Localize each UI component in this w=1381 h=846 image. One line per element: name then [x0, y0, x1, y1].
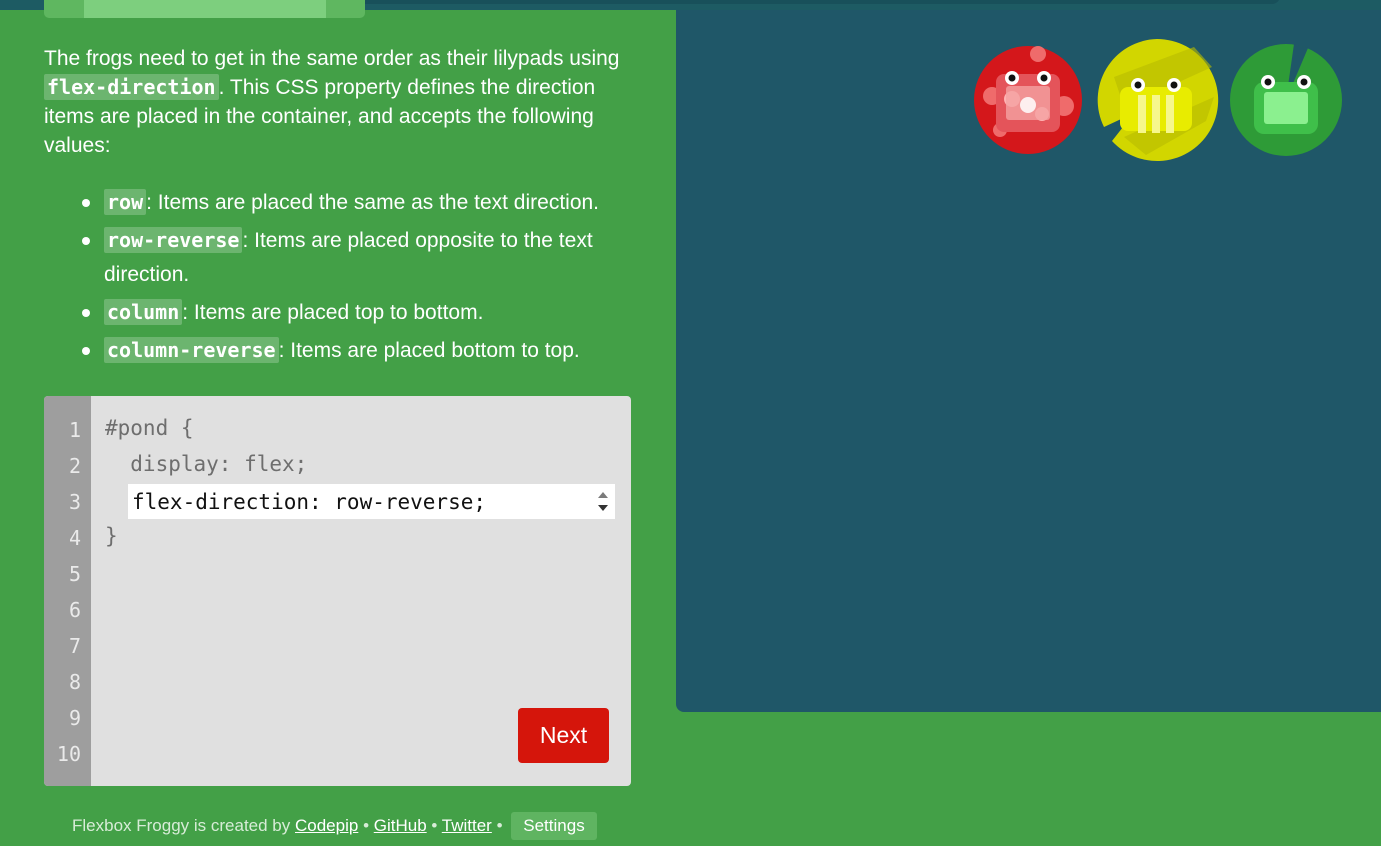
- next-button[interactable]: Next: [518, 708, 609, 763]
- code-column: column: [104, 299, 183, 325]
- list-item-column: column: Items are placed top to bottom.: [82, 295, 634, 330]
- code-row-reverse: row-reverse: [104, 227, 243, 253]
- line-number: 10: [56, 742, 81, 766]
- bullet-icon: [82, 347, 90, 355]
- list-item-column-reverse: column-reverse: Items are placed bottom …: [82, 333, 634, 368]
- list-item-row-reverse: row-reverse: Items are placed opposite t…: [82, 223, 634, 292]
- instructions-intro: The frogs need to get in the same order …: [44, 44, 634, 160]
- footer-credit: Flexbox Froggy is created by: [72, 816, 291, 835]
- footer: Flexbox Froggy is created by Codepip • G…: [72, 812, 597, 840]
- level-progress-bar[interactable]: [44, 0, 365, 18]
- top-bar-tab: [215, 0, 1280, 4]
- input-spinner[interactable]: [593, 486, 613, 516]
- code-line-close: }: [105, 524, 118, 548]
- line-number: 3: [68, 490, 81, 514]
- twitter-link[interactable]: Twitter: [442, 816, 492, 835]
- list-item-text: : Items are placed top to bottom.: [182, 301, 484, 324]
- code-line-display: display: flex;: [105, 452, 308, 476]
- footer-separator: •: [363, 816, 370, 835]
- footer-separator: •: [496, 816, 503, 835]
- line-number: 8: [68, 670, 81, 694]
- footer-separator: •: [431, 816, 438, 835]
- yellow-lilypad-with-frog-icon: [1097, 38, 1219, 161]
- spin-down-icon[interactable]: [598, 505, 608, 511]
- line-number: 5: [68, 562, 81, 586]
- line-number: 6: [68, 598, 81, 622]
- red-lilypad-with-frog-icon: [974, 46, 1082, 154]
- line-number: 9: [68, 706, 81, 730]
- settings-button[interactable]: Settings: [511, 812, 597, 840]
- list-item-row: row: Items are placed the same as the te…: [82, 185, 634, 220]
- line-number: 2: [68, 454, 81, 478]
- line-number-gutter: 1 2 3 4 5 6 7 8 9 10: [44, 396, 91, 786]
- bullet-icon: [82, 309, 90, 317]
- list-item-text: : Items are placed the same as the text …: [146, 191, 600, 214]
- code-editor: 1 2 3 4 5 6 7 8 9 10 #pond { display: fl…: [44, 396, 631, 786]
- spin-up-icon[interactable]: [598, 492, 608, 498]
- code-flex-direction: flex-direction: [44, 74, 219, 100]
- code-line-selector: #pond {: [105, 416, 194, 440]
- css-answer-input[interactable]: [128, 484, 615, 519]
- pond: [676, 10, 1381, 712]
- instructions: The frogs need to get in the same order …: [44, 44, 634, 371]
- line-number: 4: [68, 526, 81, 550]
- list-item-text: : Items are placed bottom to top.: [278, 339, 580, 362]
- codepip-link[interactable]: Codepip: [295, 816, 358, 835]
- code-column-reverse: column-reverse: [104, 337, 279, 363]
- level-progress-fill: [84, 0, 326, 18]
- github-link[interactable]: GitHub: [374, 816, 427, 835]
- line-number: 1: [68, 418, 81, 442]
- intro-text-1: The frogs need to get in the same order …: [44, 47, 620, 70]
- code-row: row: [104, 189, 147, 215]
- values-list: row: Items are placed the same as the te…: [44, 185, 634, 368]
- green-lilypad-with-frog-icon: [1230, 44, 1342, 156]
- line-number: 7: [68, 634, 81, 658]
- bullet-icon: [82, 237, 90, 245]
- bullet-icon: [82, 199, 90, 207]
